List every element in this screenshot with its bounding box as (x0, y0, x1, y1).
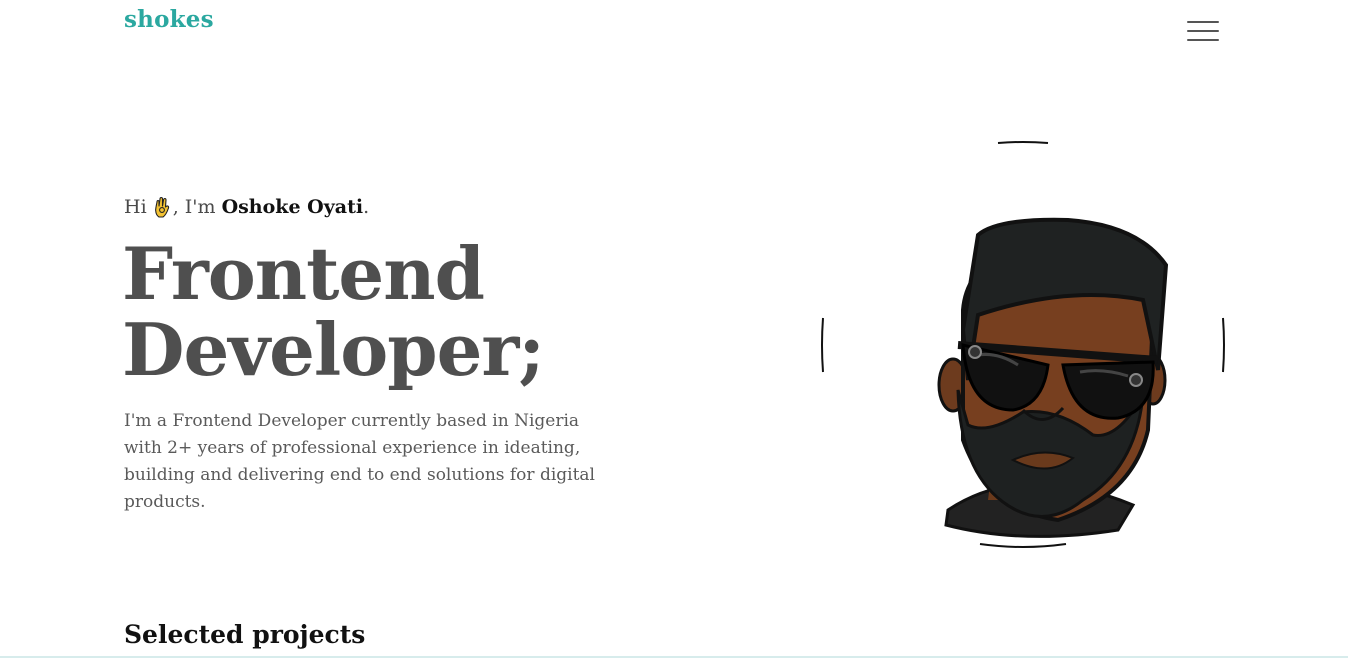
avatar-image (818, 140, 1228, 550)
portfolio-page: shokes Hi , I'm Oshoke Oyati. Frontend D… (0, 0, 1348, 658)
headline-line-2: Developer; (122, 307, 545, 392)
logo-link[interactable]: shokes (124, 6, 214, 33)
hamburger-menu-icon (1187, 21, 1219, 23)
hero-headline: Frontend Developer; (122, 231, 545, 392)
hero-intro-text: I'm a Frontend Developer currently based… (124, 411, 595, 512)
headline-line-1: Frontend (122, 231, 485, 316)
greeting-prefix: Hi (124, 196, 153, 218)
greeting-mid: , I'm (172, 196, 222, 218)
bitmoji-avatar (821, 141, 1225, 548)
hamburger-menu-button[interactable] (1184, 18, 1222, 44)
hamburger-menu-icon-bar-2 (1187, 30, 1219, 32)
selected-projects-title: Selected projects (124, 620, 366, 649)
hamburger-menu-icon-bar-3 (1187, 39, 1219, 41)
hero-greeting: Hi , I'm Oshoke Oyati. (124, 196, 369, 218)
greeting-suffix: . (363, 196, 370, 218)
developer-name: Oshoke Oyati (221, 196, 364, 218)
ok-hand-icon (154, 196, 169, 218)
